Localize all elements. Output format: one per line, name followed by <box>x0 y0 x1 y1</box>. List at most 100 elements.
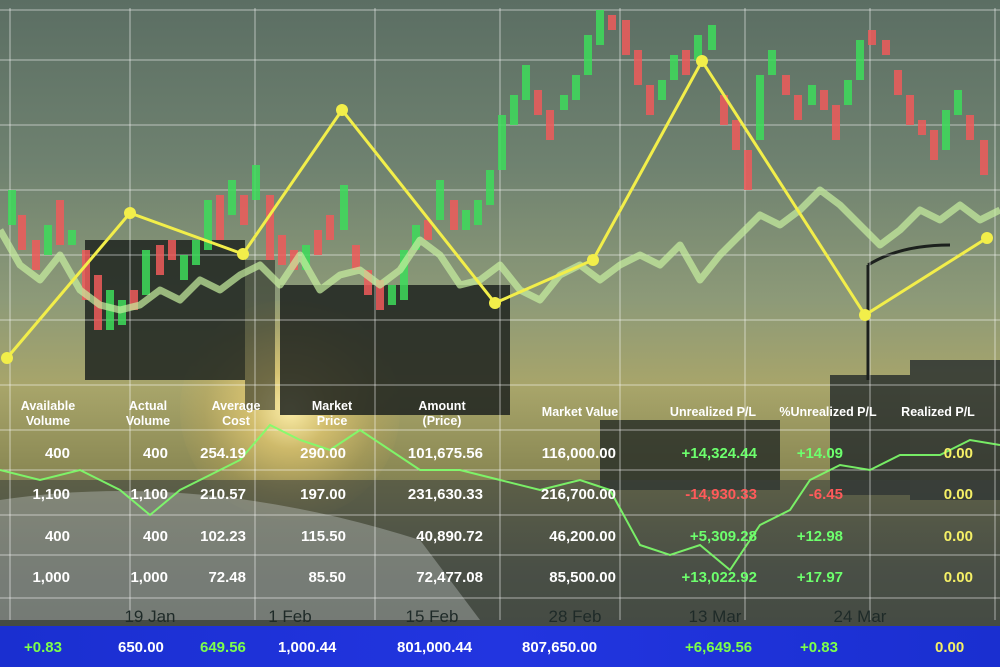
yellow-line-point-8 <box>981 232 993 244</box>
table-cell-r3-c4: 72,477.08 <box>416 569 483 586</box>
candlestick-61 <box>756 75 764 140</box>
candlestick-47 <box>584 35 592 75</box>
candlestick-42 <box>522 65 530 100</box>
table-cell-r1-c1: 1,100 <box>130 486 168 503</box>
candlestick-55 <box>682 50 690 75</box>
table-cell-r2-c3: 115.50 <box>301 528 346 545</box>
table-cell-r3-c1: 1,000 <box>130 569 168 586</box>
total-available-volume: +0.83 <box>24 639 62 656</box>
table-cell-r2-c0: 400 <box>45 528 70 545</box>
table-cell-r0-c8: 0.00 <box>944 445 973 462</box>
candlestick-57 <box>708 25 716 50</box>
candlestick-68 <box>844 80 852 105</box>
candlestick-25 <box>314 230 322 255</box>
x-axis-label-2: 15 Feb <box>406 607 459 626</box>
candlestick-70 <box>868 30 876 45</box>
candlestick-74 <box>918 120 926 135</box>
table-cell-r3-c7: +17.97 <box>797 569 843 586</box>
candlestick-63 <box>782 75 790 95</box>
table-cell-r1-c5: 216,700.00 <box>541 486 616 503</box>
candlestick-78 <box>966 115 974 140</box>
candlestick-67 <box>832 105 840 140</box>
column-header-7: %Unrealized P/L <box>779 405 877 419</box>
table-cell-r3-c5: 85,500.00 <box>549 569 616 586</box>
candlestick-50 <box>622 20 630 55</box>
candlestick-5 <box>68 230 76 245</box>
total-actual-volume: 650.00 <box>118 639 164 656</box>
candlestick-41 <box>510 95 518 125</box>
candlestick-59 <box>732 120 740 150</box>
candlestick-18 <box>228 180 236 215</box>
total-market-value: 807,650.00 <box>522 639 598 656</box>
x-axis-label-1: 1 Feb <box>268 607 311 626</box>
candlestick-28 <box>352 245 360 270</box>
yellow-line-point-3 <box>336 104 348 116</box>
yellow-line-point-1 <box>124 207 136 219</box>
total-pct-unrealized-pl: +0.83 <box>800 639 838 656</box>
candlestick-79 <box>980 140 988 175</box>
candlestick-20 <box>252 165 260 200</box>
candlestick-65 <box>808 85 816 105</box>
table-cell-r2-c6: +5,309.28 <box>690 528 757 545</box>
candlestick-27 <box>340 185 348 230</box>
table-cell-r0-c2: 254.19 <box>200 445 246 462</box>
table-cell-r2-c4: 40,890.72 <box>416 528 483 545</box>
table-cell-r0-c5: 116,000.00 <box>542 445 616 462</box>
total-amount: 801,000.44 <box>397 639 473 656</box>
chart-stage: 19 Jan 1 Feb 15 Feb 28 Feb 13 Mar 24 Mar Avail… <box>0 0 1000 667</box>
candlestick-11 <box>142 250 150 295</box>
x-axis-label-0: 19 Jan <box>124 607 175 626</box>
candlestick-40 <box>498 115 506 170</box>
x-axis-label-5: 24 Mar <box>834 607 887 626</box>
candlestick-15 <box>192 240 200 265</box>
table-cell-r0-c0: 400 <box>45 445 70 462</box>
table-cell-r0-c4: 101,675.56 <box>408 445 483 462</box>
candlestick-43 <box>534 90 542 115</box>
table-cell-r3-c0: 1,000 <box>32 569 70 586</box>
candlestick-64 <box>794 95 802 120</box>
candlestick-1 <box>18 215 26 250</box>
x-axis-label-4: 13 Mar <box>689 607 742 626</box>
candlestick-48 <box>596 10 604 45</box>
candlestick-77 <box>954 90 962 115</box>
candlestick-31 <box>388 285 396 305</box>
candlestick-73 <box>906 95 914 125</box>
column-header-4: Amount (Price) <box>418 399 466 428</box>
yellow-line-point-4 <box>489 297 501 309</box>
candlestick-26 <box>326 215 334 240</box>
candlestick-39 <box>486 170 494 205</box>
table-cell-r1-c6: -14,930.33 <box>685 486 757 503</box>
column-header-6: Unrealized P/L <box>670 405 756 419</box>
table-cell-r3-c8: 0.00 <box>944 569 973 586</box>
column-header-1: Actual Volume <box>126 399 170 428</box>
candlestick-45 <box>560 95 568 110</box>
total-average-cost: 649.56 <box>200 639 246 656</box>
yellow-line-point-6 <box>696 55 708 67</box>
candlestick-38 <box>474 200 482 225</box>
candlestick-46 <box>572 75 580 100</box>
candlestick-37 <box>462 210 470 230</box>
total-realized-pl: 0.00 <box>935 639 965 656</box>
column-header-3: Market Price <box>312 399 353 428</box>
column-header-2: Average Cost <box>212 399 261 428</box>
table-cell-r3-c6: +13,022.92 <box>682 569 758 586</box>
candlestick-75 <box>930 130 938 160</box>
yellow-line-point-5 <box>587 254 599 266</box>
table-cell-r1-c0: 1,100 <box>32 486 70 503</box>
column-header-8: Realized P/L <box>901 405 975 419</box>
candlestick-14 <box>180 255 188 280</box>
table-cell-r1-c4: 231,630.33 <box>408 486 483 503</box>
candlestick-13 <box>168 240 176 260</box>
table-cell-r0-c1: 400 <box>143 445 168 462</box>
stock-chart: 19 Jan 1 Feb 15 Feb 28 Feb 13 Mar 24 Mar Avail… <box>0 8 1000 626</box>
candlestick-54 <box>670 55 678 80</box>
column-header-0: Available Volume <box>21 399 75 428</box>
table-cell-r2-c7: +12.98 <box>797 528 843 545</box>
table-cell-r2-c8: 0.00 <box>944 528 973 545</box>
candlestick-19 <box>240 195 248 225</box>
yellow-line-point-7 <box>859 309 871 321</box>
table-cell-r0-c7: +14.09 <box>797 445 843 462</box>
table-cell-r3-c3: 85.50 <box>308 569 346 586</box>
candlestick-44 <box>546 110 554 140</box>
table-cell-r0-c6: +14,324.44 <box>682 445 758 462</box>
